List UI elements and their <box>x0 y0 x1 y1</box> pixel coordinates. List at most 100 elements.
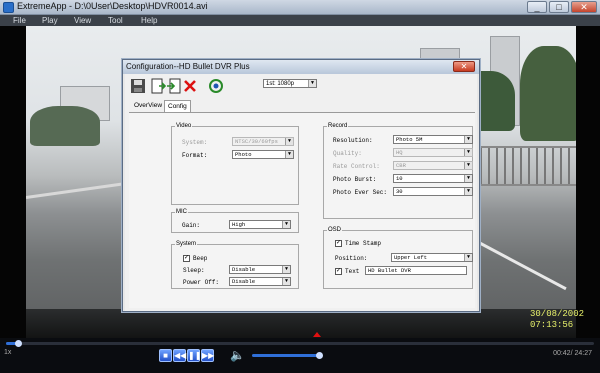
dialog-titlebar: Configuration--HD Bullet DVR Plus ✕ <box>123 60 479 74</box>
menu-play[interactable]: Play <box>42 15 58 26</box>
letterbox-right <box>576 26 600 338</box>
chevron-down-icon: ▼ <box>285 138 293 145</box>
poweroff-label: Power Off: <box>183 279 220 286</box>
resolution-select[interactable]: Photo 5M ▼ <box>393 135 473 144</box>
gain-value: High <box>232 221 246 228</box>
sleep-label: Sleep: <box>183 267 205 274</box>
playback-speed: 1x <box>4 349 12 356</box>
rate-control-select: CBR ▼ <box>393 161 473 170</box>
position-select[interactable]: Upper Left ▼ <box>391 253 473 262</box>
chevron-down-icon: ▼ <box>464 149 472 156</box>
osd-text-value: HD Bullet DVR <box>368 267 411 274</box>
overlay-date: 30/08/2002 <box>530 309 585 319</box>
export-icon[interactable] <box>150 78 166 94</box>
volume-handle[interactable] <box>316 352 324 359</box>
dialog-body: 1st: 1080p ▼ OverView Config Video Syste… <box>125 74 477 311</box>
photo-burst-select[interactable]: 10 ▼ <box>393 174 473 183</box>
stop-button[interactable]: ■ <box>159 349 172 362</box>
system-select: NTSC/30/60fps ▼ <box>232 137 294 146</box>
time-stamp-checkbox[interactable]: ✓ <box>335 240 342 247</box>
beep-label: Beep <box>193 255 208 262</box>
maximize-button[interactable]: □ <box>549 1 569 13</box>
chevron-down-icon: ▼ <box>464 162 472 169</box>
system-label: System: <box>182 139 208 146</box>
format-label: Format: <box>182 152 208 159</box>
position-label: Position: <box>335 255 368 262</box>
delete-icon[interactable] <box>182 78 198 94</box>
fast-forward-button[interactable]: ▶▶ <box>201 349 214 362</box>
import-icon[interactable] <box>166 78 182 94</box>
seek-handle[interactable] <box>14 340 22 347</box>
pause-button[interactable]: ❚❚ <box>187 349 201 362</box>
beep-checkbox[interactable]: ✓ <box>183 255 190 262</box>
text-checkbox[interactable]: ✓ <box>335 268 342 275</box>
photo-ever-sec-label: Photo Ever Sec: <box>333 189 388 196</box>
poweroff-value: Disable <box>232 278 256 285</box>
system-value: NTSC/30/60fps <box>235 138 278 145</box>
menu-tool[interactable]: Tool <box>108 15 123 26</box>
volume-icon[interactable]: 🔈 <box>230 348 245 362</box>
menu-bar: File Play View Tool Help <box>0 15 600 26</box>
rate-control-value: CBR <box>396 162 406 169</box>
road-line <box>25 182 126 199</box>
config-panel: Video System: NTSC/30/60fps ▼ Format: Ph… <box>129 112 475 308</box>
camera-resolution-value: 1st: 1080p <box>266 81 295 87</box>
car-dashboard <box>0 309 600 338</box>
menu-view[interactable]: View <box>74 15 91 26</box>
format-value: Photo <box>235 151 252 158</box>
tab-overview[interactable]: OverView <box>131 100 165 112</box>
position-value: Upper Left <box>394 254 428 261</box>
photo-ever-sec-select[interactable]: 30 ▼ <box>393 187 473 196</box>
chevron-down-icon: ▼ <box>464 188 472 195</box>
photo-ever-sec-value: 30 <box>396 188 403 195</box>
camera-resolution-select[interactable]: 1st: 1080p ▼ <box>263 79 317 88</box>
letterbox-left <box>0 26 26 338</box>
gain-label: Gain: <box>182 222 201 229</box>
seek-bar[interactable] <box>6 340 594 347</box>
chevron-down-icon: ▼ <box>282 266 290 273</box>
playback-time: 00:42/ 24:27 <box>553 350 592 357</box>
refresh-icon[interactable] <box>208 78 224 94</box>
window-titlebar: ExtremeApp - D:\0User\Desktop\HDVR0014.a… <box>0 0 600 15</box>
mic-group-title: MIC <box>176 209 187 215</box>
chevron-down-icon: ▼ <box>464 254 472 261</box>
resolution-label: Resolution: <box>333 137 373 144</box>
chevron-down-icon: ▼ <box>308 80 316 87</box>
gain-select[interactable]: High ▼ <box>229 220 291 229</box>
chevron-down-icon: ▼ <box>282 278 290 285</box>
sleep-value: Disable <box>232 266 256 273</box>
dialog-title: Configuration--HD Bullet DVR Plus <box>126 62 250 71</box>
tree <box>30 106 100 146</box>
save-icon[interactable] <box>130 78 146 94</box>
text-label: Text <box>345 268 360 275</box>
chevron-down-icon: ▼ <box>282 221 290 228</box>
rewind-button[interactable]: ◀◀ <box>173 349 186 362</box>
chevron-down-icon: ▼ <box>285 151 293 158</box>
record-group-title: Record <box>328 123 348 129</box>
menu-file[interactable]: File <box>13 15 26 26</box>
tree <box>520 46 580 141</box>
poweroff-select[interactable]: Disable ▼ <box>229 277 291 286</box>
window-title: ExtremeApp - D:\0User\Desktop\HDVR0014.a… <box>17 1 208 11</box>
app-icon <box>3 2 14 13</box>
system-group-title: System <box>176 241 197 247</box>
dialog-close-button[interactable]: ✕ <box>453 61 475 72</box>
format-select[interactable]: Photo ▼ <box>232 150 294 159</box>
osd-group-title: OSD <box>328 227 342 233</box>
video-group-title: Video <box>176 123 192 129</box>
close-button[interactable]: ✕ <box>571 1 597 13</box>
tab-config[interactable]: Config <box>164 100 191 112</box>
sleep-select[interactable]: Disable ▼ <box>229 265 291 274</box>
time-stamp-label: Time Stamp <box>345 240 382 247</box>
overlay-time: 07:13:56 <box>530 320 574 330</box>
quality-label: Quality: <box>333 150 362 157</box>
player-controls: 1x ■ ◀◀ ❚❚ ▶▶ 🔈 00:42/ 24:27 <box>0 338 600 373</box>
video-group: Video <box>171 123 299 205</box>
rate-control-label: Rate Control: <box>333 163 380 170</box>
minimize-button[interactable]: _ <box>527 1 547 13</box>
quality-select: HQ ▼ <box>393 148 473 157</box>
volume-slider[interactable] <box>252 352 324 359</box>
chevron-down-icon: ▼ <box>464 175 472 182</box>
osd-text-input[interactable]: HD Bullet DVR <box>365 266 467 275</box>
menu-help[interactable]: Help <box>141 15 157 26</box>
